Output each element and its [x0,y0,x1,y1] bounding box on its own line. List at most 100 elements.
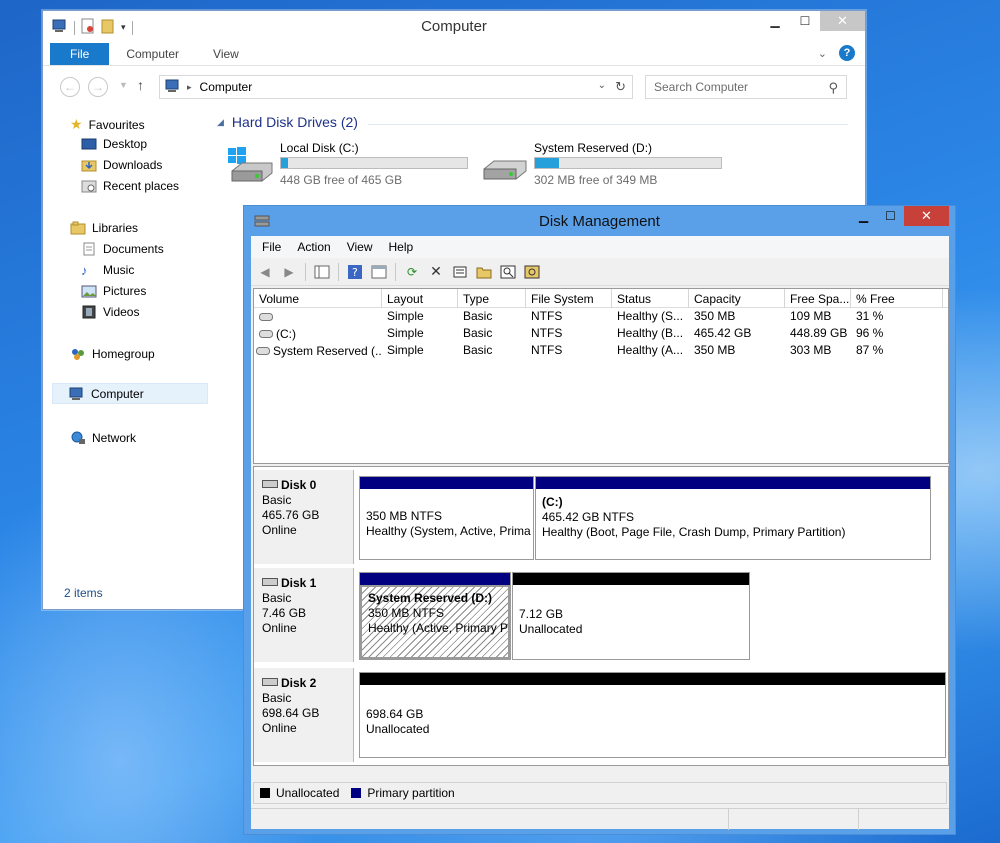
tab-file[interactable]: File [50,43,110,65]
column-header-capacity[interactable]: Capacity [689,289,785,308]
open-folder-icon[interactable] [473,262,495,282]
column-header-file-system[interactable]: File System [526,289,612,308]
table-cell: Simple [387,343,424,357]
collapse-arrow-icon[interactable]: ◢ [217,117,224,128]
drive-item-d[interactable]: System Reserved (D:) 302 MB free of 349 … [482,139,742,189]
address-bar[interactable]: ▸ Computer ⌄ ↻ [159,75,633,99]
table-row[interactable]: (C:) Simple Basic NTFS Healthy (B... 465… [254,325,948,342]
group-title: Hard Disk Drives (2) [231,114,358,130]
show-hide-pane-icon[interactable] [368,262,390,282]
partition-c[interactable]: (C:) 465.42 GB NTFS Healthy (Boot, Page … [535,476,931,560]
nav-documents[interactable]: Documents [81,242,164,256]
nav-downloads[interactable]: Downloads [81,158,162,172]
disk-row: Disk 2 Basic 698.64 GB Online 698.64 GB … [254,668,948,762]
close-button[interactable]: ✕ [904,206,949,226]
column-header-status[interactable]: Status [612,289,689,308]
nav-network[interactable]: Network [70,431,136,445]
nav-label: Desktop [103,137,148,151]
delete-icon[interactable]: ✕ [425,262,447,282]
table-cell: 448.89 GB [790,326,848,340]
rescan-disks-icon[interactable]: ⟳ [401,262,423,282]
column-header-type[interactable]: Type [458,289,526,308]
partition-system-reserved[interactable]: 350 MB NTFS Healthy (System, Active, Pri… [359,476,534,560]
menu-file[interactable]: File [254,240,289,254]
homegroup-icon [70,347,86,361]
table-cell: 350 MB [694,309,736,323]
tab-computer[interactable]: Computer [109,43,196,65]
legend-label: Unallocated [276,786,340,800]
nav-recent-places[interactable]: Recent places [81,179,179,193]
windows-drive-icon [228,147,274,183]
minimize-button[interactable]: ▁ [850,206,877,226]
tab-view[interactable]: View [196,43,256,65]
properties-icon[interactable] [449,262,471,282]
expand-ribbon-icon[interactable]: ⌄ [818,47,827,60]
partition-system-reserved-d[interactable]: System Reserved (D:) 350 MB NTFS Healthy… [359,572,511,660]
back-arrow-icon[interactable]: ◀ [254,262,276,282]
window-title: Disk Management [539,213,660,230]
nav-libraries[interactable]: Libraries [70,221,138,235]
menu-view[interactable]: View [339,240,381,254]
forward-arrow-icon[interactable]: ▶ [278,262,300,282]
chevron-right-icon[interactable]: ▸ [187,82,192,93]
ribbon-tabs: File Computer View ⌄ ? [43,43,865,65]
menu-action[interactable]: Action [289,240,338,254]
disk-icon [262,576,278,591]
refresh-icon[interactable]: ↻ [615,79,626,95]
partition-unallocated[interactable]: 7.12 GB Unallocated [512,572,750,660]
disk-label[interactable]: Disk 1 Basic 7.46 GB Online [254,568,354,662]
nav-homegroup[interactable]: Homegroup [70,347,155,361]
maximize-button[interactable]: ☐ [877,206,904,226]
nav-label: Recent places [103,179,180,193]
nav-music[interactable]: ♪ Music [81,263,135,278]
help-icon[interactable]: ? [344,262,366,282]
forward-button[interactable]: → [88,77,108,97]
search-icon[interactable]: ⚲ [828,80,838,96]
table-cell: 31 % [856,309,884,323]
settings-icon[interactable] [521,262,543,282]
menu-help[interactable]: Help [381,240,422,254]
column-header-free-space[interactable]: Free Spa... [785,289,851,308]
nav-desktop[interactable]: Desktop [81,137,147,151]
recent-locations-icon[interactable]: ▼ [119,80,128,90]
group-header-hard-disk-drives[interactable]: ◢ Hard Disk Drives (2) [217,114,358,130]
volume-cell: System Reserved (... [254,342,382,359]
nav-pictures[interactable]: Pictures [81,284,146,298]
volume-list: Volume Layout Type File System Status Ca… [253,288,949,464]
chevron-down-icon[interactable]: ⌄ [598,80,606,91]
partition-size: 465.42 GB NTFS [542,510,635,524]
table-cell: 96 % [856,326,884,340]
table-row[interactable]: System Reserved (... Simple Basic NTFS H… [254,342,948,359]
music-icon: ♪ [81,263,88,278]
partition-size: 350 MB NTFS [368,606,445,620]
disk-label[interactable]: Disk 0 Basic 465.76 GB Online [254,470,354,564]
computer-icon [69,387,85,401]
menu-bar: File Action View Help [251,236,949,258]
partition-size: 350 MB NTFS [366,509,443,523]
drive-item-c[interactable]: Local Disk (C:) 448 GB free of 465 GB [228,139,488,189]
column-header-percent-free[interactable]: % Free [851,289,943,308]
minimize-button[interactable]: ▁ [760,11,790,31]
explorer-titlebar[interactable]: ▾ Computer ▁ ☐ ✕ [43,11,865,43]
nav-favourites[interactable]: ★ Favourites [70,116,145,133]
console-tree-icon[interactable] [311,262,333,282]
nav-videos[interactable]: Videos [81,305,139,319]
maximize-button[interactable]: ☐ [790,11,820,31]
help-icon[interactable]: ? [839,45,855,61]
window-title: Computer [421,18,487,35]
explore-icon[interactable] [497,262,519,282]
volume-icon [259,327,273,341]
cell-text: System Reserved (... [273,344,382,358]
back-button[interactable]: ← [60,77,80,97]
up-button[interactable]: ↑ [137,77,144,93]
nav-label: Music [103,263,135,277]
nav-computer[interactable]: Computer [52,383,208,404]
column-header-layout[interactable]: Layout [382,289,458,308]
close-button[interactable]: ✕ [820,11,865,31]
table-row[interactable]: Simple Basic NTFS Healthy (S... 350 MB 1… [254,308,948,325]
dm-titlebar[interactable]: Disk Management ▁ ☐ ✕ [244,206,955,236]
column-header-volume[interactable]: Volume [254,289,382,308]
search-input[interactable]: Search Computer ⚲ [645,75,847,99]
partition-unallocated[interactable]: 698.64 GB Unallocated [359,672,946,758]
disk-label[interactable]: Disk 2 Basic 698.64 GB Online [254,668,354,762]
